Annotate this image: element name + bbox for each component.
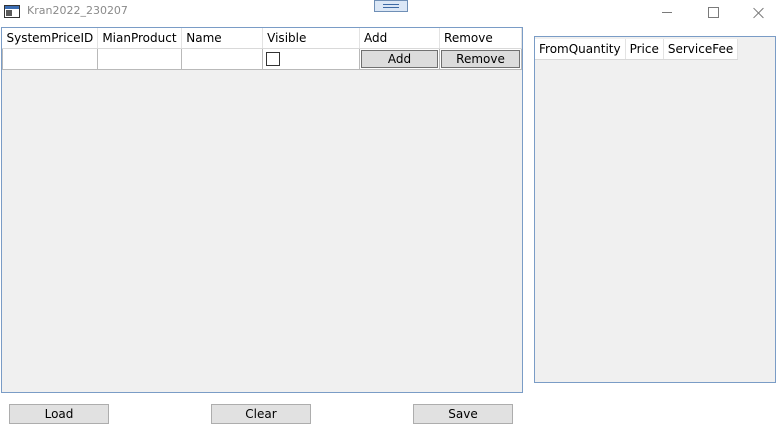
save-button[interactable]: Save [413, 404, 513, 424]
system-price-grid[interactable]: SystemPriceID MianProduct Name Visible A… [1, 27, 523, 393]
add-button[interactable]: Add [361, 50, 439, 68]
column-header-name[interactable]: Name [181, 28, 264, 49]
column-header-add[interactable]: Add [359, 28, 441, 49]
column-header-price[interactable]: Price [625, 39, 664, 60]
visible-checkbox[interactable] [266, 51, 281, 66]
column-header-servicefee[interactable]: ServiceFee [663, 39, 739, 60]
mianproduct-cell[interactable] [97, 48, 183, 70]
close-button[interactable] [736, 0, 782, 25]
column-header-systempriceid[interactable]: SystemPriceID [2, 28, 99, 49]
table-row: Add Remove [1, 48, 522, 70]
systempriceid-cell[interactable] [1, 48, 99, 70]
remove-button[interactable]: Remove [441, 50, 520, 68]
column-header-visible[interactable]: Visible [262, 28, 361, 49]
clear-button[interactable]: Clear [211, 404, 311, 424]
load-button[interactable]: Load [9, 404, 109, 424]
column-header-mianproduct[interactable]: MianProduct [97, 28, 183, 49]
column-header-fromquantity[interactable]: FromQuantity [535, 39, 626, 60]
close-icon [753, 7, 765, 19]
maximize-button[interactable] [690, 0, 736, 25]
system-price-table: SystemPriceID MianProduct Name Visible A… [1, 28, 522, 70]
column-header-remove[interactable]: Remove [439, 28, 522, 49]
grip-icon[interactable] [374, 0, 408, 12]
header-row: SystemPriceID MianProduct Name Visible A… [2, 28, 522, 49]
title-bar: Kran2022_230207 [0, 0, 782, 25]
remove-cell: Remove [439, 48, 522, 70]
minimize-button[interactable] [644, 0, 690, 25]
name-cell[interactable] [181, 48, 264, 70]
app-icon [4, 5, 20, 18]
window-title: Kran2022_230207 [27, 4, 128, 17]
price-detail-grid[interactable]: FromQuantity Price ServiceFee [534, 36, 776, 383]
minimize-icon [662, 12, 672, 13]
visible-cell [262, 48, 361, 70]
header-row: FromQuantity Price ServiceFee [535, 39, 739, 60]
add-cell: Add [359, 48, 441, 70]
maximize-icon [707, 7, 719, 18]
price-detail-table: FromQuantity Price ServiceFee [535, 39, 739, 60]
